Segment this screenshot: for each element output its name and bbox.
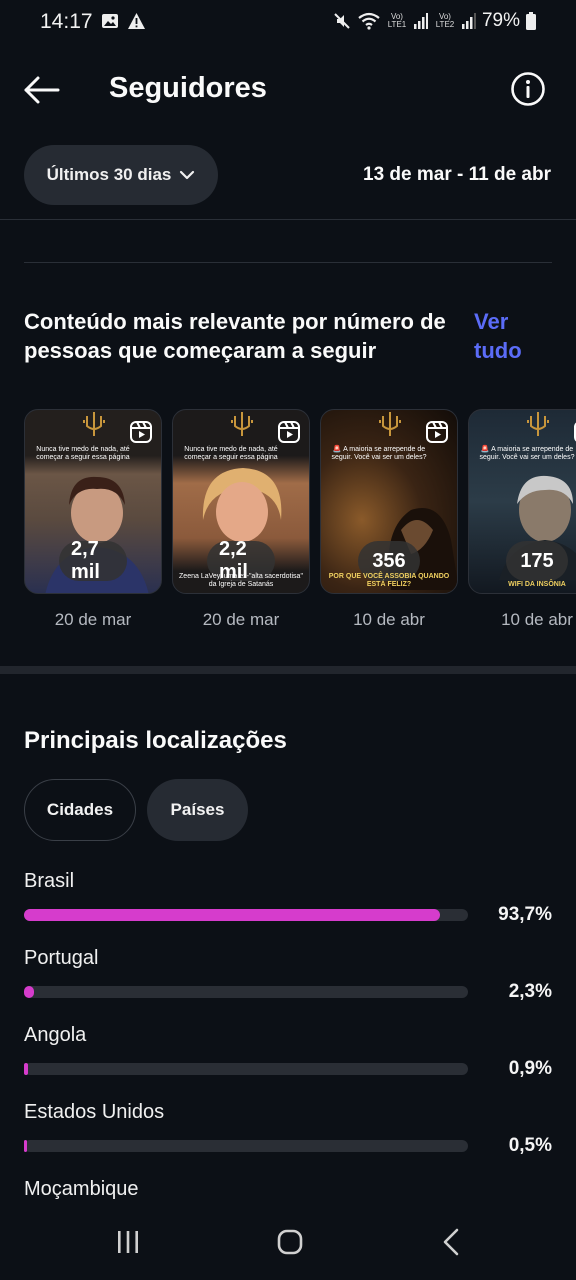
- back-button[interactable]: [22, 70, 62, 110]
- reel-caption: Nunca tive medo de nada, até começar a s…: [36, 446, 130, 461]
- location-row: Estados Unidos 0,5%: [24, 1101, 552, 1178]
- chevron-down-icon: [180, 170, 195, 180]
- reel-caption: 🚨 A maioria se arrepende de seguir. Você…: [331, 446, 427, 461]
- home-icon: [277, 1229, 303, 1255]
- tab-countries[interactable]: Países: [147, 779, 248, 841]
- location-bar-fill: [24, 909, 441, 921]
- divider: [24, 262, 552, 263]
- location-name: Angola: [24, 1024, 87, 1046]
- sim2-label: Vo) LTE2: [435, 12, 455, 29]
- reel-card[interactable]: Nunca tive medo de nada, até começar a s…: [172, 409, 310, 630]
- see-all-link[interactable]: Ver tudo: [474, 307, 544, 365]
- reels-icon: [278, 421, 300, 443]
- location-percent: 0,5%: [508, 1135, 552, 1156]
- info-icon: [511, 72, 545, 106]
- reel-overlay-text: WIFI DA INSÔNIA: [508, 581, 566, 588]
- location-bar-fill: [24, 1140, 27, 1152]
- location-name: Brasil: [24, 870, 75, 892]
- location-row: Portugal 2,3%: [24, 947, 552, 1024]
- reels-icon: [130, 421, 152, 443]
- divider: [0, 219, 576, 220]
- location-bar-track: [24, 1063, 468, 1075]
- app-header: Seguidores: [0, 60, 576, 120]
- reel-date: 20 de mar: [54, 610, 132, 629]
- location-bar-track: [24, 1140, 468, 1152]
- location-bar-track: [24, 909, 468, 921]
- location-list: Brasil 93,7% Portugal 2,3% Angola 0,9% E…: [24, 870, 552, 1255]
- followers-insights-screen: 14:17 Vo) LTE1 Vo) LTE2 79% Seguidores Ú…: [0, 0, 576, 1280]
- location-bar-track: [24, 986, 468, 998]
- top-content-title: Conteúdo mais relevante por número de pe…: [24, 309, 446, 363]
- section-divider: [0, 666, 576, 674]
- reel-overlay-text: Zeena LaVey, uma ex-"alta sacerdotisa" d…: [179, 573, 303, 588]
- reel-thumbnail: 🚨 A maioria se arrepende de seguir. Você…: [468, 409, 576, 594]
- location-name: Portugal: [24, 947, 99, 969]
- reel-thumbnail: Nunca tive medo de nada, até começar a s…: [172, 409, 310, 594]
- location-row: Brasil 93,7%: [24, 870, 552, 947]
- page-title: Seguidores: [109, 72, 267, 104]
- info-button[interactable]: [510, 71, 546, 107]
- location-bar-fill: [24, 1063, 28, 1075]
- date-range-dates: 13 de mar - 11 de abr: [363, 164, 551, 185]
- reels-icon: [426, 421, 448, 443]
- top-content-reels: Nunca tive medo de nada, até começar a s…: [24, 409, 576, 639]
- reel-date: 10 de abr: [501, 610, 573, 629]
- date-range-label: Últimos 30 dias: [46, 165, 172, 184]
- mute-icon: [334, 13, 350, 29]
- reel-card[interactable]: 🚨 A maioria se arrepende de seguir. Você…: [320, 409, 458, 630]
- reel-follower-count: 2,7 mil: [59, 538, 127, 583]
- brand-logo-icon: [83, 412, 105, 436]
- signal-icon: [413, 13, 428, 29]
- wifi-icon: [358, 12, 380, 30]
- location-row: Angola 0,9%: [24, 1024, 552, 1101]
- reel-follower-count: 175: [506, 541, 568, 581]
- brand-logo-icon: [379, 412, 401, 436]
- location-bar-fill: [24, 986, 35, 998]
- reel-thumbnail: Nunca tive medo de nada, até começar a s…: [24, 409, 162, 594]
- signal-icon: [461, 13, 476, 29]
- reel-overlay-text: POR QUE VOCÊ ASSOBIA QUANDO ESTÁ FELIZ?: [328, 573, 450, 588]
- reel-date: 20 de mar: [202, 610, 280, 629]
- tab-cities[interactable]: Cidades: [24, 779, 136, 841]
- status-bar: 14:17 Vo) LTE1 Vo) LTE2 79%: [0, 0, 576, 44]
- top-locations-title: Principais localizações: [24, 727, 287, 754]
- back-icon: [443, 1228, 459, 1256]
- date-range-selector[interactable]: Últimos 30 dias: [24, 145, 218, 205]
- location-percent: 2,3%: [508, 981, 552, 1002]
- location-name: Moçambique: [24, 1178, 139, 1200]
- brand-logo-icon: [527, 412, 549, 436]
- date-range-row: Últimos 30 dias 13 de mar - 11 de abr: [0, 145, 576, 205]
- nav-back-button[interactable]: [432, 1222, 472, 1262]
- location-percent: 93,7%: [498, 904, 552, 925]
- reel-card[interactable]: Nunca tive medo de nada, até começar a s…: [24, 409, 162, 630]
- home-button[interactable]: [270, 1222, 310, 1262]
- brand-logo-icon: [231, 412, 253, 436]
- recents-icon: [118, 1231, 138, 1253]
- status-time: 14:17: [40, 10, 93, 33]
- arrow-left-icon: [24, 76, 60, 104]
- recents-button[interactable]: [108, 1222, 148, 1262]
- system-nav-bar: [0, 1204, 576, 1280]
- sim1-label: Vo) LTE1: [387, 12, 407, 29]
- location-name: Estados Unidos: [24, 1101, 165, 1123]
- reel-card[interactable]: 🚨 A maioria se arrepende de seguir. Você…: [468, 409, 576, 630]
- reel-thumbnail: 🚨 A maioria se arrepende de seguir. Você…: [320, 409, 458, 594]
- warning-icon: [128, 13, 145, 29]
- location-percent: 0,9%: [508, 1058, 552, 1079]
- gallery-icon: [102, 14, 118, 28]
- battery-percent: 79%: [481, 10, 520, 31]
- reel-date: 10 de abr: [353, 610, 425, 629]
- battery-icon: [526, 12, 536, 30]
